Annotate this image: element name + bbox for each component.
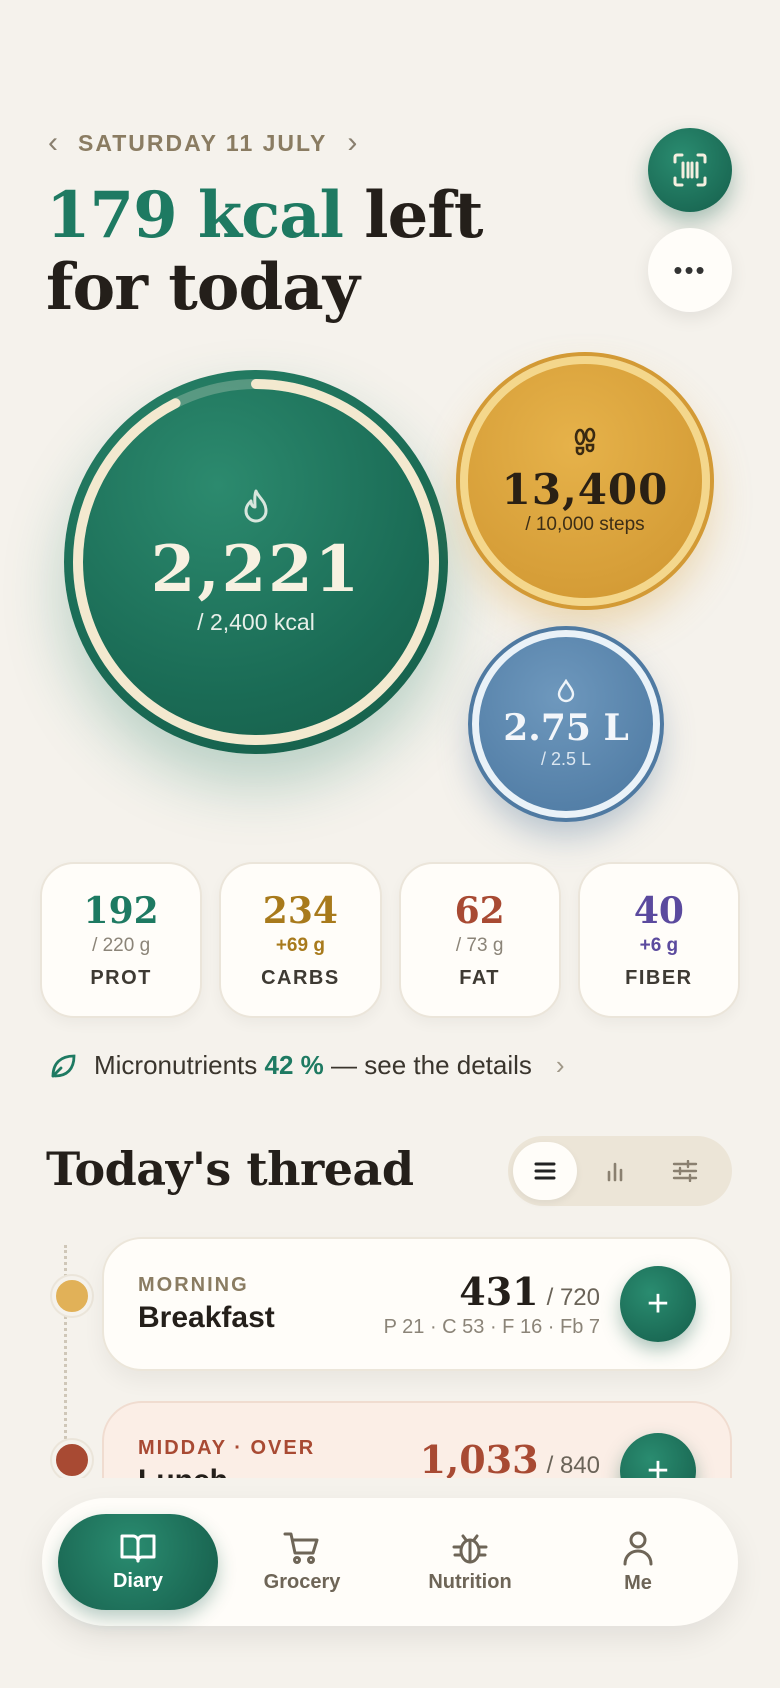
book-icon: [120, 1534, 156, 1562]
macro-card-protein[interactable]: 192 / 220 g PROT: [40, 862, 203, 1018]
meal-period: MORNING: [138, 1273, 249, 1296]
morning-dot: [52, 1276, 92, 1316]
nav-label: Me: [624, 1571, 652, 1594]
macro-sub: / 73 g: [455, 934, 504, 956]
leaf-icon: [51, 1054, 76, 1077]
steps-bubble[interactable]: 13,400 / 10,000 steps: [456, 352, 714, 610]
meal-card-breakfast[interactable]: MORNING Breakfast 431 / 720 P 21 · C 53 ·…: [102, 1237, 732, 1371]
steps-goal: / 10,000 steps: [525, 513, 645, 535]
macro-value: 192: [83, 889, 159, 932]
date-navigator: ‹ SATURDAY 11 JULY ›: [48, 128, 357, 158]
nav-item-me[interactable]: Me: [554, 1514, 722, 1610]
headline-left-text: left: [342, 178, 483, 253]
next-day-chevron-icon[interactable]: ›: [347, 128, 357, 158]
macro-sub: / 220 g: [92, 934, 151, 956]
meal-kcal-target: / 840: [546, 1452, 600, 1479]
macro-label: FAT: [459, 966, 501, 989]
bug-icon: [452, 1534, 488, 1563]
bar-chart-icon: [607, 1162, 623, 1182]
previous-day-chevron-icon[interactable]: ‹: [48, 128, 58, 158]
macro-value: 62: [454, 889, 505, 932]
micronutrients-label: Micronutrients: [94, 1050, 258, 1080]
plus-icon: +: [646, 1282, 670, 1325]
list-icon: [534, 1162, 556, 1180]
steps-value: 13,400: [501, 464, 669, 514]
kcal-left-value: 179 kcal: [46, 178, 344, 253]
macro-value: 234: [262, 889, 338, 932]
macro-label: PROT: [90, 966, 152, 989]
nav-label: Nutrition: [428, 1570, 512, 1593]
meal-macros: P 21 · C 53 · F 16 · Fb 7: [383, 1316, 600, 1338]
calories-progress-ring: [73, 379, 439, 745]
filter-view-button[interactable]: [653, 1142, 717, 1200]
view-toggle: [508, 1136, 732, 1206]
macro-label: FIBER: [625, 966, 693, 989]
date-label: SATURDAY 11 JULY: [78, 129, 328, 156]
macro-card-fiber[interactable]: 40 +6 g FIBER: [577, 862, 740, 1018]
nav-label: Diary: [112, 1569, 164, 1592]
nav-item-diary[interactable]: Diary: [58, 1514, 218, 1610]
water-value: 2.75 L: [503, 706, 629, 749]
page-title: 179 kcal left for today: [46, 178, 483, 325]
headline-today-text: for today: [46, 250, 360, 325]
nav-item-grocery[interactable]: Grocery: [218, 1514, 386, 1610]
meal-kcal-target: / 720: [546, 1284, 600, 1311]
midday-dot: [52, 1440, 92, 1480]
water-bubble[interactable]: 2.75 L / 2.5 L: [468, 626, 664, 822]
list-view-button[interactable]: [513, 1142, 577, 1200]
meal-kcal: 431: [459, 1269, 539, 1314]
cart-icon: [283, 1532, 319, 1564]
meal-name: Breakfast: [138, 1300, 275, 1334]
barcode-scan-icon: [673, 153, 707, 187]
macro-sub: +69 g: [275, 934, 325, 956]
macros-row: 192 / 220 g PROT 234 +69 g CARBS 62 / 73…: [40, 862, 740, 1018]
macro-card-fat[interactable]: 62 / 73 g FAT: [398, 862, 561, 1018]
footprints-icon: [574, 427, 596, 455]
micronutrients-percent: 42 %: [264, 1050, 324, 1080]
chart-view-button[interactable]: [583, 1142, 647, 1200]
chevron-right-icon: ›: [555, 1050, 565, 1080]
section-title: Today's thread: [46, 1142, 414, 1196]
meal-period: MIDDAY · OVER: [138, 1437, 316, 1459]
macro-label: CARBS: [261, 966, 340, 989]
more-options-button[interactable]: •••: [648, 228, 732, 312]
barcode-scan-button[interactable]: [648, 128, 732, 212]
person-icon: [623, 1531, 653, 1565]
meal-kcal: 1,033: [419, 1437, 539, 1482]
macro-value: 40: [633, 889, 684, 932]
macro-sub: +6 g: [639, 934, 679, 956]
water-drop-icon: [557, 678, 575, 702]
water-goal: / 2.5 L: [540, 748, 592, 769]
calories-bubble[interactable]: 2,221 / 2,400 kcal: [64, 370, 448, 754]
micronutrients-suffix: — see the details: [331, 1050, 532, 1080]
ellipsis-icon: •••: [673, 254, 707, 285]
nav-label: Grocery: [263, 1570, 341, 1593]
sliders-icon: [672, 1160, 698, 1182]
micronutrients-link[interactable]: Micronutrients 42 % — see the details ›: [48, 1050, 565, 1081]
nav-item-nutrition[interactable]: Nutrition: [386, 1514, 554, 1610]
macro-card-carbs[interactable]: 234 +69 g CARBS: [219, 862, 382, 1018]
add-breakfast-button[interactable]: +: [620, 1266, 696, 1342]
bottom-nav: Diary Grocery Nutrition Me: [42, 1498, 738, 1626]
